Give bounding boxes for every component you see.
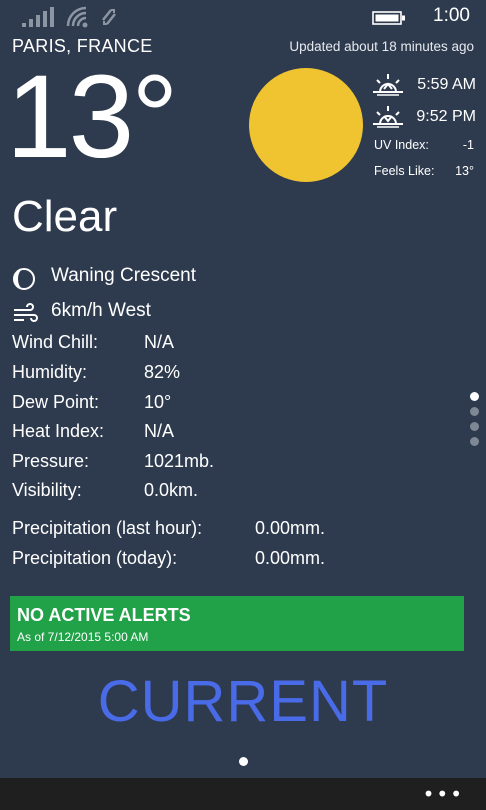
wind-icon [14,303,38,322]
section-dot [470,422,479,431]
current-temperature: 13° [6,51,178,183]
battery-icon [372,11,405,25]
precip-label: Precipitation (last hour): [12,518,203,538]
detail-value: 10° [144,392,172,412]
wind-text: 6km/h West [51,300,151,321]
detail-value: N/A [144,332,175,352]
updated-timestamp: Updated about 18 minutes ago [289,39,474,54]
sunrise-time: 5:59 AM [417,76,476,93]
page-indicator-dot [239,757,248,766]
sunset-icon [373,106,403,128]
alerts-subtitle: As of 7/12/2015 5:00 AM [17,630,149,644]
more-icon[interactable]: ••• [423,782,464,806]
wind-row: 6km/h West [12,300,312,328]
signal-icon [22,7,54,27]
sunset-time: 9:52 PM [416,108,476,125]
detail-value: 82% [144,362,181,382]
data-sync-icon [102,9,116,25]
feels-like-row: Feels Like: 13° [374,164,474,178]
moon-icon [13,268,35,290]
detail-label: Visibility: [12,480,82,500]
detail-row-heat-index: Heat Index: N/A [12,421,312,447]
pivot-title-current[interactable]: CURRENT [0,668,486,735]
precip-value: 0.00mm. [255,548,326,568]
feels-like-value: 13° [455,164,474,178]
detail-label: Heat Index: [12,421,105,441]
precip-value: 0.00mm. [255,518,326,538]
detail-row-visibility: Visibility: 0.0km. [12,480,312,506]
detail-value: 1021mb. [144,451,215,471]
precip-row-today: Precipitation (today): 0.00mm. [12,548,412,574]
current-condition: Clear [12,192,118,241]
detail-label: Wind Chill: [12,332,99,352]
feels-like-label: Feels Like: [374,164,435,178]
detail-value: N/A [144,421,175,441]
wifi-icon [66,6,88,28]
precip-row-last-hour: Precipitation (last hour): 0.00mm. [12,518,412,544]
sunrise-icon [373,74,403,96]
precip-label: Precipitation (today): [12,548,178,568]
sun-icon [249,68,363,182]
sunset-row: 9:52 PM [372,104,476,130]
detail-label: Humidity: [12,362,88,382]
detail-label: Dew Point: [12,392,100,412]
detail-row-humidity: Humidity: 82% [12,362,312,388]
detail-label: Pressure: [12,451,90,471]
moon-phase-text: Waning Crescent [51,265,197,286]
detail-row-wind-chill: Wind Chill: N/A [12,332,312,358]
section-dot [470,437,479,446]
status-bar: 1:00 [0,0,486,36]
section-dot [470,407,479,416]
detail-value: 0.0km. [144,480,199,500]
uv-index-row: UV Index: -1 [374,138,474,152]
section-dot [470,392,479,401]
detail-row-dew-point: Dew Point: 10° [12,392,312,418]
alerts-banner[interactable]: NO ACTIVE ALERTS As of 7/12/2015 5:00 AM [10,596,464,651]
uv-index-value: -1 [462,138,474,152]
sunrise-row: 5:59 AM [372,72,476,98]
detail-row-pressure: Pressure: 1021mb. [12,451,312,477]
moon-phase-row: Waning Crescent [12,265,312,293]
alerts-title: NO ACTIVE ALERTS [17,605,191,625]
uv-index-label: UV Index: [374,138,429,152]
status-clock: 1:00 [433,5,470,26]
app-bar: ••• [0,778,486,810]
section-indicator [470,392,482,452]
